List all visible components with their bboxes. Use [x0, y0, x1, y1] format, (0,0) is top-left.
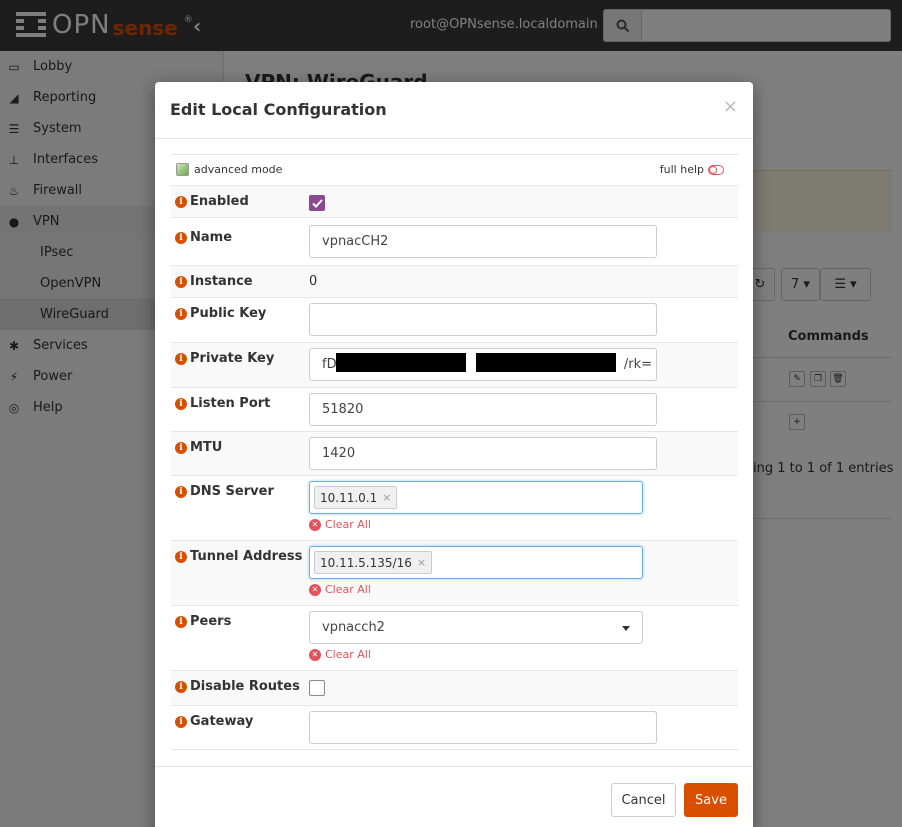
instance-label: i Instance — [175, 274, 253, 289]
peers-clear-all[interactable]: ✕ Clear All — [309, 648, 371, 661]
row-listen-port: i Listen Port 51820 — [171, 388, 738, 432]
dns-server-tag: 10.11.0.1 × — [314, 486, 398, 509]
tag-text: 10.11.0.1 — [320, 490, 378, 505]
disable-routes-checkbox[interactable] — [309, 680, 325, 696]
listen-port-label: i Listen Port — [175, 396, 270, 411]
tunnel-address-label: i Tunnel Address — [175, 549, 302, 564]
info-icon[interactable]: i — [175, 615, 187, 628]
peers-select[interactable]: vpnacch2 — [309, 611, 643, 644]
info-icon[interactable]: i — [175, 275, 187, 288]
tunnel-address-tag: 10.11.5.135/16 × — [314, 551, 433, 574]
public-key-field[interactable] — [309, 303, 657, 336]
row-tunnel-address: i Tunnel Address 10.11.5.135/16 × ✕ Clear A… — [171, 541, 738, 606]
label-text: DNS Server — [190, 484, 274, 499]
full-help-label: full help — [659, 163, 704, 176]
label-text: Name — [190, 230, 233, 245]
enabled-label: i Enabled — [175, 194, 249, 209]
public-key-label: i Public Key — [175, 306, 266, 321]
enabled-checkbox[interactable] — [309, 195, 325, 211]
private-key-end: /rk= — [623, 357, 652, 372]
label-text: Gateway — [190, 714, 254, 729]
row-instance: i Instance 0 — [171, 266, 738, 298]
modal-header: Edit Local Configuration × — [155, 82, 753, 139]
info-icon[interactable]: i — [175, 680, 187, 693]
remove-tag-icon[interactable]: × — [382, 491, 391, 504]
checkmark-icon — [311, 198, 323, 208]
remove-tag-icon[interactable]: × — [417, 556, 426, 569]
toggle-off-icon — [708, 164, 724, 175]
info-icon[interactable]: i — [175, 352, 187, 365]
label-text: Private Key — [190, 351, 275, 366]
gateway-label: i Gateway — [175, 714, 253, 729]
row-mtu: i MTU 1420 — [171, 432, 738, 476]
row-disable-routes: i Disable Routes — [171, 671, 738, 706]
close-icon[interactable]: × — [723, 96, 738, 117]
clear-all-label: Clear All — [325, 583, 371, 596]
row-dns-server: i DNS Server 10.11.0.1 × ✕ Clear All — [171, 476, 738, 541]
clear-icon: ✕ — [309, 648, 321, 661]
mtu-field[interactable]: 1420 — [309, 437, 657, 470]
info-icon[interactable]: i — [175, 485, 187, 498]
form-toolbar-row: advanced mode full help — [171, 154, 738, 186]
dns-server-tag-input[interactable]: 10.11.0.1 × — [309, 481, 643, 514]
redaction-bar — [476, 353, 616, 372]
private-key-label: i Private Key — [175, 351, 274, 366]
label-text: Peers — [190, 614, 232, 629]
config-form: advanced mode full help i Enabled i Name v… — [171, 154, 738, 750]
tunnel-address-tag-input[interactable]: 10.11.5.135/16 × — [309, 546, 643, 579]
row-gateway: i Gateway — [171, 706, 738, 750]
dropdown-caret-icon — [622, 626, 630, 631]
advanced-mode-label: advanced mode — [194, 163, 283, 176]
name-field[interactable]: vpnacCH2 — [309, 225, 657, 258]
disable-routes-label: i Disable Routes — [175, 679, 300, 694]
listen-port-field[interactable]: 51820 — [309, 393, 657, 426]
info-icon[interactable]: i — [175, 550, 187, 563]
info-icon[interactable]: i — [175, 441, 187, 454]
clear-all-label: Clear All — [325, 648, 371, 661]
edit-local-configuration-dialog: Edit Local Configuration × advanced mode… — [155, 82, 753, 827]
peers-label: i Peers — [175, 614, 231, 629]
modal-title: Edit Local Configuration — [170, 100, 387, 119]
advanced-mode-checkbox-icon — [176, 163, 189, 176]
row-public-key: i Public Key — [171, 298, 738, 343]
info-icon[interactable]: i — [175, 231, 187, 244]
info-icon[interactable]: i — [175, 397, 187, 410]
tunnel-address-clear-all[interactable]: ✕ Clear All — [309, 583, 371, 596]
label-text: Public Key — [190, 306, 267, 321]
private-key-start: fD — [322, 357, 337, 372]
mtu-label: i MTU — [175, 440, 222, 455]
clear-icon: ✕ — [309, 518, 321, 531]
info-icon[interactable]: i — [175, 195, 187, 208]
modal-footer: Cancel Save — [155, 766, 753, 827]
gateway-field[interactable] — [309, 711, 657, 744]
name-label: i Name — [175, 230, 232, 245]
row-private-key: i Private Key fD /rk= — [171, 343, 738, 388]
advanced-mode-toggle[interactable]: advanced mode — [176, 163, 282, 176]
label-text: Tunnel Address — [190, 549, 303, 564]
peers-selected-value: vpnacch2 — [322, 620, 385, 635]
clear-icon: ✕ — [309, 583, 321, 596]
cancel-button[interactable]: Cancel — [611, 783, 676, 817]
instance-value: 0 — [309, 274, 318, 289]
row-peers: i Peers vpnacch2 ✕ Clear All — [171, 606, 738, 671]
redaction-bar — [336, 353, 466, 372]
dns-server-label: i DNS Server — [175, 484, 274, 499]
info-icon[interactable]: i — [175, 715, 187, 728]
clear-all-label: Clear All — [325, 518, 371, 531]
dns-server-clear-all[interactable]: ✕ Clear All — [309, 518, 371, 531]
tag-text: 10.11.5.135/16 — [320, 555, 412, 570]
full-help-toggle[interactable]: full help — [660, 163, 724, 176]
info-icon[interactable]: i — [175, 307, 187, 320]
label-text: MTU — [190, 440, 223, 455]
label-text: Instance — [190, 274, 253, 289]
row-enabled: i Enabled — [171, 186, 738, 218]
label-text: Enabled — [190, 194, 249, 209]
private-key-field[interactable]: fD /rk= — [309, 348, 657, 381]
label-text: Listen Port — [190, 396, 271, 411]
row-name: i Name vpnacCH2 — [171, 218, 738, 266]
label-text: Disable Routes — [190, 679, 300, 694]
save-button[interactable]: Save — [684, 783, 738, 817]
